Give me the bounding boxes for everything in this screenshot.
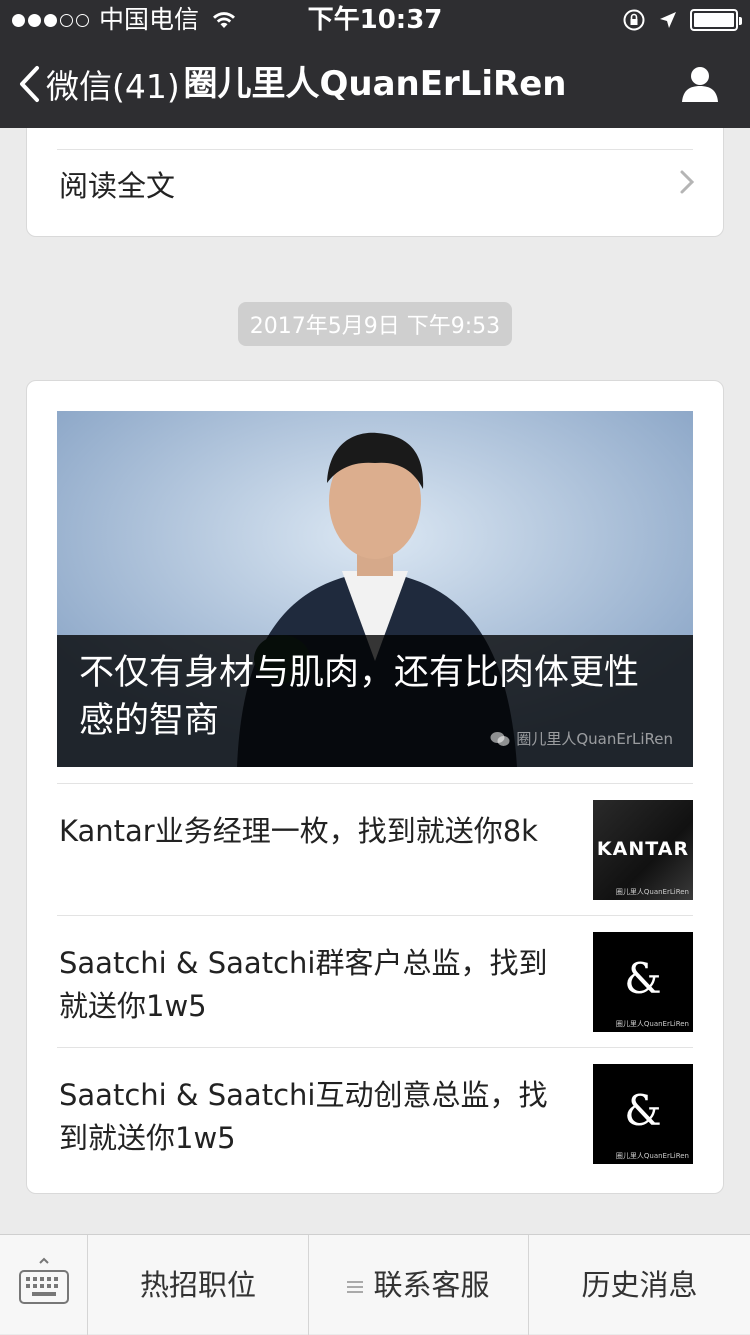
bottom-menu-bar: 热招职位 联系客服 历史消息 xyxy=(0,1234,750,1335)
person-icon[interactable] xyxy=(680,64,720,104)
article-thumbnail: & 圈儿里人QuanErLiRen xyxy=(593,932,693,1032)
nav-bar: 微信(41) 圈儿里人QuanErLiRen xyxy=(0,40,750,128)
cover-watermark-text: 圈儿里人QuanErLiRen xyxy=(516,730,673,748)
article-item[interactable]: Saatchi & Saatchi群客户总监，找到就送你1w5 & 圈儿里人Qu… xyxy=(57,915,693,1047)
article-thumbnail: KANTAR 圈儿里人QuanErLiRen xyxy=(593,800,693,900)
location-arrow-icon xyxy=(660,12,676,28)
chevron-right-icon xyxy=(680,170,695,194)
battery-fill xyxy=(694,13,734,27)
article-thumbnail: & 圈儿里人QuanErLiRen xyxy=(593,1064,693,1164)
menu-contact-support[interactable]: 联系客服 xyxy=(309,1235,529,1335)
menu-item-label: 历史消息 xyxy=(581,1268,698,1302)
keyboard-toggle-button[interactable] xyxy=(0,1235,88,1335)
rotation-lock-icon xyxy=(623,9,645,31)
article-title: Saatchi & Saatchi互动创意总监，找到就送你1w5 xyxy=(59,1078,548,1155)
card-divider xyxy=(57,149,693,150)
article-group-card: 不仅有身材与肌肉，还有比肉体更性感的智商 圈儿里人QuanErLiRen Kan… xyxy=(26,380,724,1194)
menu-item-label: 热招职位 xyxy=(139,1268,256,1302)
message-list[interactable]: 阅读全文 2017年5月9日 下午9:53 不仅有身材与肌肉，还有比肉体更性感的… xyxy=(0,128,750,1234)
article-title: Saatchi & Saatchi群客户总监，找到就送你1w5 xyxy=(59,946,548,1023)
wechat-icon xyxy=(490,731,510,746)
page-title: 圈儿里人QuanErLiRen xyxy=(183,64,567,104)
cover-title-overlay: 不仅有身材与肌肉，还有比肉体更性感的智商 圈儿里人QuanErLiRen xyxy=(57,635,693,767)
article-title: Kantar业务经理一枚，找到就送你8k xyxy=(59,814,538,848)
cover-watermark: 圈儿里人QuanErLiRen xyxy=(490,728,673,749)
message-timestamp: 2017年5月9日 下午9:53 xyxy=(237,302,513,346)
kantar-logo-text: KANTAR xyxy=(596,838,690,860)
ampersand-logo: & xyxy=(624,1086,662,1135)
status-right xyxy=(622,0,742,40)
previous-article-card[interactable]: 阅读全文 xyxy=(26,128,724,237)
thumbnail-watermark: 圈儿里人QuanErLiRen xyxy=(615,1020,689,1028)
article-item[interactable]: Saatchi & Saatchi互动创意总监，找到就送你1w5 & 圈儿里人Q… xyxy=(57,1047,693,1179)
timestamp-row: 2017年5月9日 下午9:53 xyxy=(0,302,750,346)
thumbnail-watermark: 圈儿里人QuanErLiRen xyxy=(615,1152,689,1160)
article-item[interactable]: Kantar业务经理一枚，找到就送你8k KANTAR 圈儿里人QuanErLi… xyxy=(57,783,693,915)
ampersand-logo: & xyxy=(624,954,662,1003)
cover-article[interactable]: 不仅有身材与肌肉，还有比肉体更性感的智商 圈儿里人QuanErLiRen xyxy=(57,411,693,767)
keyboard-icon xyxy=(19,1257,69,1304)
battery-icon xyxy=(690,9,742,31)
menu-history-messages[interactable]: 历史消息 xyxy=(529,1235,750,1335)
menu-hot-jobs[interactable]: 热招职位 xyxy=(88,1235,309,1335)
battery-tip xyxy=(739,17,742,25)
menu-item-label: 联系客服 xyxy=(373,1268,490,1302)
read-more-link[interactable]: 阅读全文 xyxy=(59,163,175,205)
status-bar: 中国电信 下午10:37 xyxy=(0,0,750,40)
submenu-list-icon xyxy=(347,1281,364,1293)
thumbnail-watermark: 圈儿里人QuanErLiRen xyxy=(615,888,689,896)
